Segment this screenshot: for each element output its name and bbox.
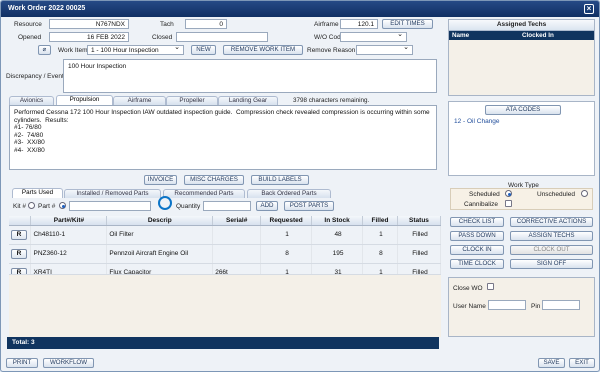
kit-label: Kit #	[13, 203, 27, 210]
assigned-techs-panel: Assigned Techs Name Clocked In	[448, 19, 595, 96]
tab-propeller[interactable]: Propeller	[166, 96, 218, 105]
sign-off-button[interactable]: SIGN OFF	[510, 259, 593, 269]
tab-avionics[interactable]: Avionics	[9, 96, 54, 105]
work-type-box: Scheduled Unscheduled Cannibalize	[450, 188, 593, 210]
clock-out-button[interactable]: CLOCK OUT	[510, 245, 593, 255]
edit-times-button[interactable]: EDIT TIMES	[382, 19, 433, 29]
closed-label: Closed	[152, 34, 173, 41]
assigned-techs-title: Assigned Techs	[449, 20, 594, 31]
remove-reason-label: Remove Reason	[307, 47, 356, 54]
work-item-select[interactable]: 1 - 100 Hour Inspection	[87, 45, 184, 55]
tab-installed-removed-parts[interactable]: Installed / Removed Parts	[64, 189, 161, 198]
wo-code-select[interactable]	[340, 32, 407, 42]
post-parts-button[interactable]: POST PARTS	[284, 201, 334, 211]
check-list-button[interactable]: CHECK LIST	[450, 217, 504, 227]
assigned-techs-header: Name Clocked In	[449, 31, 594, 40]
closed-field[interactable]	[176, 32, 268, 42]
remove-reason-select[interactable]	[356, 45, 413, 55]
parts-table: Part#/Kit# Descrip Serial# Requested In …	[9, 216, 442, 283]
print-button[interactable]: PRINT	[6, 358, 38, 368]
scheduled-label: Scheduled	[469, 191, 500, 198]
tab-airframe[interactable]: Airframe	[113, 96, 166, 105]
column-status[interactable]: Status	[397, 216, 442, 226]
tach-label: Tach	[160, 21, 174, 28]
time-clock-button[interactable]: TIME CLOCK	[450, 259, 504, 269]
title-bar: Work Order 2022 00025 ×	[1, 1, 599, 17]
cannibalize-label: Cannibalize	[464, 201, 498, 208]
resource-label: Resource	[14, 21, 42, 28]
ata-codes-button[interactable]: ATA CODES	[485, 105, 561, 115]
column-requested[interactable]: Requested	[260, 216, 313, 226]
kit-radio[interactable]	[28, 202, 35, 209]
pass-down-button[interactable]: PASS DOWN	[450, 231, 504, 241]
table-row: R PNZ360-12 Pennzoil Aircraft Engine Oil 8 1…	[9, 244, 442, 264]
column-description[interactable]: Descrip	[106, 216, 214, 226]
part-number-input[interactable]	[69, 201, 151, 211]
scheduled-radio[interactable]	[505, 190, 512, 197]
quantity-label: Quantity	[176, 203, 201, 210]
remove-part-button[interactable]: R	[11, 229, 27, 240]
part-label: Part #	[38, 203, 56, 210]
work-order-window: Work Order 2022 00025 × Resource N767NDX…	[0, 0, 600, 372]
tach-field[interactable]: 0	[185, 19, 227, 29]
invoice-button[interactable]: INVOICE	[144, 175, 177, 185]
corrective-actions-button[interactable]: CORRECTIVE ACTIONS	[510, 217, 593, 227]
tab-landing-gear[interactable]: Landing Gear	[218, 96, 278, 105]
clock-in-button[interactable]: CLOCK IN	[450, 245, 504, 255]
window-title: Work Order 2022 00025	[8, 5, 86, 12]
opened-label: Opened	[18, 34, 42, 41]
close-work-order-panel: Close WO User Name Pin	[448, 277, 595, 337]
new-work-item-button[interactable]: NEW	[191, 45, 216, 55]
user-name-input[interactable]	[488, 300, 526, 310]
airframe-field[interactable]: 120.1	[340, 19, 378, 29]
discrepancy-textarea[interactable]: 100 Hour Inspection	[63, 59, 437, 93]
tab-recommended-parts[interactable]: Recommended Parts	[163, 189, 245, 198]
table-header: Part#/Kit# Descrip Serial# Requested In …	[9, 216, 442, 226]
table-row: R Ch48110-1 Oil Filter 1 48 1 Filled	[9, 225, 442, 245]
search-icon[interactable]	[158, 196, 172, 210]
assign-techs-button[interactable]: ASSIGN TECHS	[510, 231, 593, 241]
remove-work-item-button[interactable]: REMOVE WORK ITEM	[223, 45, 303, 55]
add-part-button[interactable]: ADD	[256, 201, 278, 211]
remove-part-button[interactable]: R	[11, 248, 27, 259]
user-name-label: User Name	[453, 303, 486, 310]
workflow-button[interactable]: WORKFLOW	[43, 358, 94, 368]
propulsion-note-textarea[interactable]: Performed Cessna 172 100 Hour Inspection…	[9, 105, 437, 170]
work-item-label: Work Item	[58, 47, 88, 54]
unscheduled-label: Unscheduled	[537, 191, 575, 198]
ata-code-item[interactable]: 12 - Oil Change	[454, 118, 500, 125]
close-wo-label: Close WO	[453, 285, 483, 292]
column-part[interactable]: Part#/Kit#	[30, 216, 108, 226]
cannibalize-checkbox[interactable]	[505, 200, 512, 207]
column-serial[interactable]: Serial#	[212, 216, 262, 226]
build-labels-button[interactable]: BUILD LABELS	[251, 175, 309, 185]
discrepancy-label: Discrepancy / Event	[6, 73, 64, 80]
save-button[interactable]: SAVE	[538, 358, 565, 368]
part-radio[interactable]	[59, 202, 66, 209]
misc-charges-button[interactable]: MISC CHARGES	[184, 175, 244, 185]
quantity-input[interactable]	[203, 201, 251, 211]
close-wo-checkbox[interactable]	[487, 283, 494, 290]
unscheduled-radio[interactable]	[581, 190, 588, 197]
column-filled[interactable]: Filled	[362, 216, 398, 226]
opened-field[interactable]: 16 FEB 2022	[49, 32, 129, 42]
ata-codes-panel: ATA CODES 12 - Oil Change	[448, 101, 595, 176]
resource-field[interactable]: N767NDX	[49, 19, 129, 29]
paperclip-icon[interactable]: ⌀	[38, 45, 51, 55]
characters-remaining: 3798 characters remaining.	[293, 97, 370, 104]
tab-parts-used[interactable]: Parts Used	[12, 188, 63, 198]
airframe-label: Airframe	[314, 21, 339, 28]
close-icon[interactable]: ×	[584, 4, 594, 14]
tab-back-ordered-parts[interactable]: Back Ordered Parts	[247, 189, 331, 198]
pin-label: Pin	[531, 303, 541, 310]
parts-total: Total: 3	[7, 337, 439, 349]
tab-propulsion[interactable]: Propulsion	[56, 95, 113, 105]
pin-input[interactable]	[542, 300, 580, 310]
column-in-stock[interactable]: In Stock	[311, 216, 364, 226]
parts-empty-area	[9, 274, 441, 337]
exit-button[interactable]: EXIT	[569, 358, 595, 368]
